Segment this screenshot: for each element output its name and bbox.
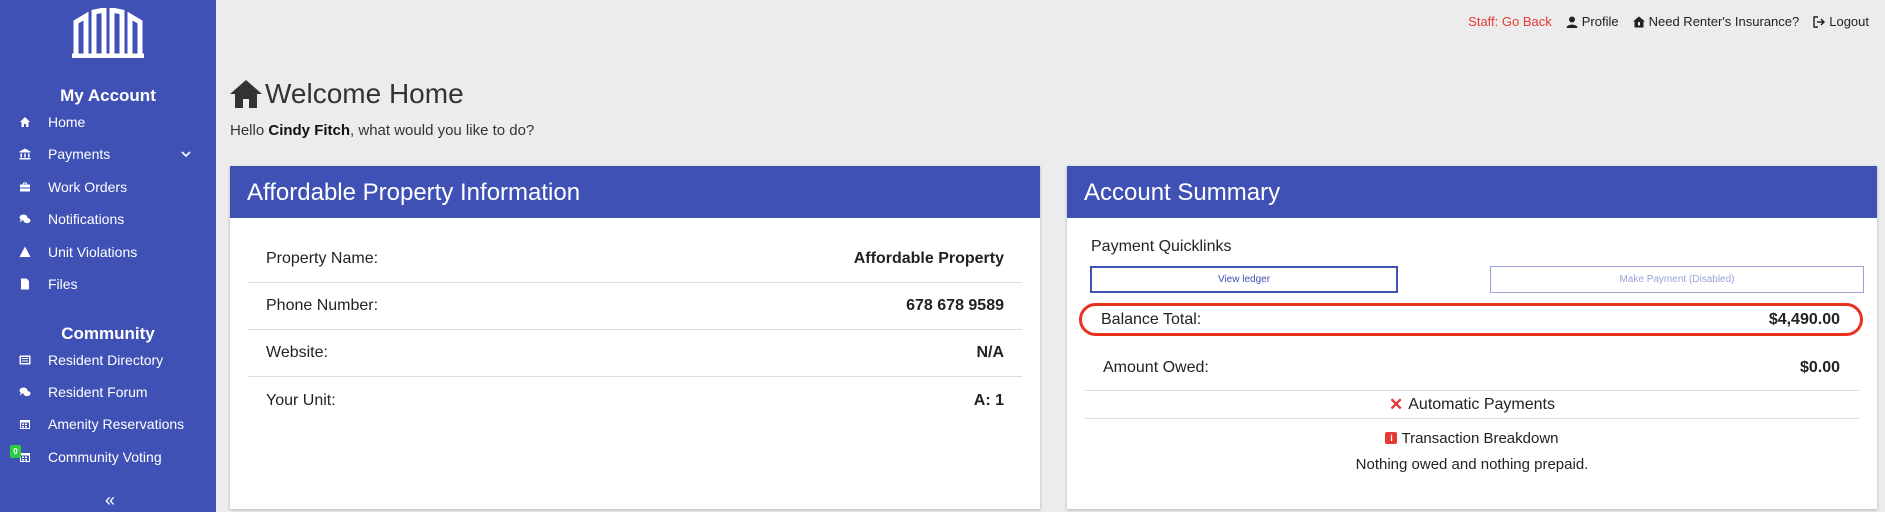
profile-link[interactable]: Profile bbox=[1566, 14, 1619, 29]
close-icon: ✕ bbox=[1389, 394, 1404, 414]
balance-label: Balance Total: bbox=[1101, 310, 1202, 328]
sidebar-item-work-orders[interactable]: Work Orders bbox=[18, 173, 208, 201]
greeting: Hello Cindy Fitch, what would you like t… bbox=[230, 122, 534, 139]
calendar-icon bbox=[18, 417, 32, 431]
user-name: Cindy Fitch bbox=[268, 122, 351, 139]
toolbox-icon bbox=[18, 180, 32, 194]
sidebar-item-label: Unit Violations bbox=[48, 244, 138, 260]
info-icon: i bbox=[1385, 432, 1398, 444]
sidebar-item-label: Resident Directory bbox=[48, 352, 164, 368]
renters-insurance-link[interactable]: Need Renter's Insurance? bbox=[1632, 14, 1800, 29]
automatic-payments-toggle[interactable]: ✕ Automatic Payments bbox=[1085, 391, 1859, 419]
building-logo-icon bbox=[72, 8, 144, 58]
nothing-owed-text: Nothing owed and nothing prepaid. bbox=[1355, 456, 1589, 473]
account-card-title: Account Summary bbox=[1067, 166, 1877, 218]
chat-icon bbox=[18, 212, 32, 226]
amount-owed-row: Amount Owed: $0.00 bbox=[1085, 346, 1859, 391]
profile-label: Profile bbox=[1581, 14, 1619, 29]
row-value: Affordable Property bbox=[853, 250, 1004, 267]
row-label: Website: bbox=[266, 344, 328, 361]
automatic-payments-label: Automatic Payments bbox=[1408, 395, 1555, 413]
sidebar-item-label: Amenity Reservations bbox=[48, 416, 185, 432]
sidebar-item-label: Files bbox=[48, 276, 78, 292]
logout-label: Logout bbox=[1829, 14, 1869, 29]
staff-go-back-link[interactable]: Staff: Go Back bbox=[1468, 14, 1552, 29]
chat-icon bbox=[18, 385, 32, 399]
home-icon bbox=[230, 80, 262, 108]
sidebar-item-label: Payments bbox=[48, 146, 111, 162]
property-info-card: Affordable Property Information Property… bbox=[230, 166, 1040, 509]
sidebar-item-files[interactable]: Files bbox=[18, 270, 208, 298]
property-name-row: Property Name: Affordable Property bbox=[248, 236, 1022, 283]
sidebar-item-home[interactable]: Home bbox=[18, 108, 208, 136]
bank-icon bbox=[18, 147, 32, 161]
welcome-title: Welcome Home bbox=[265, 78, 464, 109]
your-unit-row: Your Unit: A: 1 bbox=[248, 377, 1022, 424]
logout-link[interactable]: Logout bbox=[1813, 14, 1869, 29]
sidebar-item-label: Work Orders bbox=[48, 179, 128, 195]
transaction-breakdown-label: Transaction Breakdown bbox=[1401, 429, 1559, 447]
row-label: Property Name: bbox=[266, 250, 379, 267]
house-shield-icon bbox=[1632, 16, 1645, 27]
collapse-sidebar-button[interactable]: « bbox=[98, 490, 122, 511]
account-summary-card: Account Summary Payment Quicklinks View … bbox=[1067, 166, 1877, 509]
my-account-title: My Account bbox=[60, 86, 156, 105]
top-nav: Staff: Go Back Profile Need Renter's Ins… bbox=[1468, 14, 1869, 29]
row-value: A: 1 bbox=[973, 391, 1004, 409]
greeting-prefix: Hello bbox=[230, 122, 269, 139]
sidebar-item-resident-forum[interactable]: Resident Forum bbox=[18, 378, 208, 406]
sidebar-item-resident-directory[interactable]: Resident Directory bbox=[18, 346, 208, 374]
payment-quicklinks-title: Payment Quicklinks bbox=[1091, 238, 1232, 255]
view-ledger-button[interactable]: View ledger bbox=[1090, 266, 1398, 293]
directory-icon bbox=[18, 353, 32, 367]
balance-value: $4,490.00 bbox=[1768, 310, 1840, 328]
greeting-suffix: , what would you like to do? bbox=[350, 122, 535, 139]
phone-number-row: Phone Number: 678 678 9589 bbox=[248, 283, 1022, 330]
make-payment-button[interactable]: Make Payment (Disabled) bbox=[1490, 266, 1864, 293]
sidebar-item-label: Home bbox=[48, 114, 86, 130]
home-icon bbox=[18, 115, 32, 129]
row-value: 678 678 9589 bbox=[906, 297, 1004, 314]
sidebar-item-label: Resident Forum bbox=[48, 384, 148, 400]
warning-icon bbox=[18, 245, 32, 259]
property-card-title: Affordable Property Information bbox=[230, 166, 1040, 218]
chevron-down-icon[interactable] bbox=[180, 148, 192, 160]
owed-value: $0.00 bbox=[1799, 359, 1840, 376]
voting-count-badge: 0 bbox=[10, 445, 21, 458]
transaction-breakdown-toggle[interactable]: i Transaction Breakdown bbox=[1085, 427, 1859, 449]
website-row: Website: N/A bbox=[248, 330, 1022, 377]
insurance-label: Need Renter's Insurance? bbox=[1648, 14, 1800, 29]
sidebar-item-notifications[interactable]: Notifications bbox=[18, 205, 208, 233]
logout-icon bbox=[1813, 15, 1826, 28]
owed-label: Amount Owed: bbox=[1103, 359, 1209, 376]
sidebar-item-payments[interactable]: Payments bbox=[18, 140, 208, 168]
user-icon bbox=[1566, 16, 1578, 28]
community-title: Community bbox=[61, 324, 155, 343]
sidebar-item-label: Community Voting bbox=[48, 449, 162, 465]
row-value: N/A bbox=[976, 344, 1004, 361]
file-icon bbox=[18, 277, 32, 291]
row-label: Phone Number: bbox=[266, 297, 379, 314]
balance-total-row: Balance Total: $4,490.00 bbox=[1079, 303, 1863, 336]
sidebar-item-amenity-reservations[interactable]: Amenity Reservations bbox=[18, 410, 208, 438]
sidebar-item-community-voting[interactable]: Community Voting bbox=[18, 443, 208, 471]
sidebar-item-unit-violations[interactable]: Unit Violations bbox=[18, 238, 208, 266]
sidebar-item-label: Notifications bbox=[48, 211, 125, 227]
sidebar: My Account Home Payments Work Orders Not… bbox=[0, 0, 216, 512]
row-label: Your Unit: bbox=[266, 391, 336, 409]
page-title: Welcome Home bbox=[229, 78, 464, 110]
